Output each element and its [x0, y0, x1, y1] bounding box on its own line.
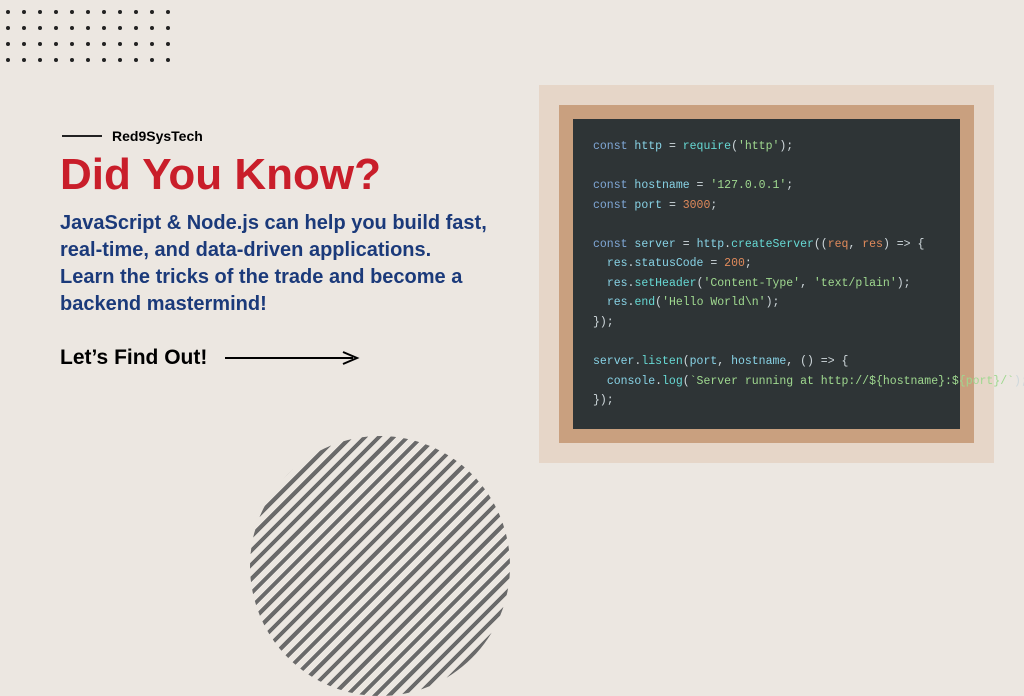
- code-token: res: [607, 296, 628, 309]
- code-token: `Server running at http://${hostname}:${…: [690, 375, 1014, 388]
- dot-grid: [0, 10, 170, 62]
- code-snippet: const http = require('http'); const host…: [573, 119, 960, 429]
- code-token: createServer: [731, 238, 814, 251]
- brand-label: Red9SysTech: [112, 128, 203, 144]
- code-token: server: [634, 238, 675, 251]
- brand-line-icon: [62, 135, 102, 137]
- code-token: hostname: [634, 179, 689, 192]
- code-token: 'text/plain': [814, 277, 897, 290]
- headline: Did You Know?: [60, 152, 490, 198]
- code-token: hostname: [731, 355, 786, 368]
- code-token: port: [690, 355, 718, 368]
- code-token: res: [607, 277, 628, 290]
- hatched-circle-decoration: [250, 436, 510, 696]
- code-token: const: [593, 199, 628, 212]
- code-token: server: [593, 355, 634, 368]
- brand-row: Red9SysTech: [62, 128, 490, 144]
- code-token: });: [593, 316, 614, 329]
- code-token: console: [607, 375, 655, 388]
- code-token: const: [593, 140, 628, 153]
- cta-text: Let’s Find Out!: [60, 346, 207, 370]
- code-token: log: [662, 375, 683, 388]
- code-token: });: [593, 394, 614, 407]
- text-content: Red9SysTech Did You Know? JavaScript & N…: [60, 128, 490, 370]
- arrow-right-icon: [225, 351, 365, 365]
- description: JavaScript & Node.js can help you build …: [60, 210, 490, 318]
- code-token: end: [634, 296, 655, 309]
- code-token: res: [607, 257, 628, 270]
- code-token: 3000: [683, 199, 711, 212]
- code-token: http: [697, 238, 725, 251]
- cta-row: Let’s Find Out!: [60, 346, 490, 370]
- code-token: '127.0.0.1': [710, 179, 786, 192]
- code-token: require: [683, 140, 731, 153]
- code-token: http: [634, 140, 662, 153]
- code-token: res: [862, 238, 883, 251]
- code-token: 'http': [738, 140, 779, 153]
- code-frame: const http = require('http'); const host…: [539, 85, 994, 463]
- code-token: setHeader: [634, 277, 696, 290]
- code-token: port: [634, 199, 662, 212]
- code-token: const: [593, 179, 628, 192]
- code-token: const: [593, 238, 628, 251]
- code-token: listen: [641, 355, 682, 368]
- code-token: 'Content-Type': [703, 277, 800, 290]
- code-token: statusCode: [634, 257, 703, 270]
- code-frame-inner: const http = require('http'); const host…: [559, 105, 974, 443]
- code-token: 200: [724, 257, 745, 270]
- code-token: 'Hello World\n': [662, 296, 766, 309]
- code-token: req: [828, 238, 849, 251]
